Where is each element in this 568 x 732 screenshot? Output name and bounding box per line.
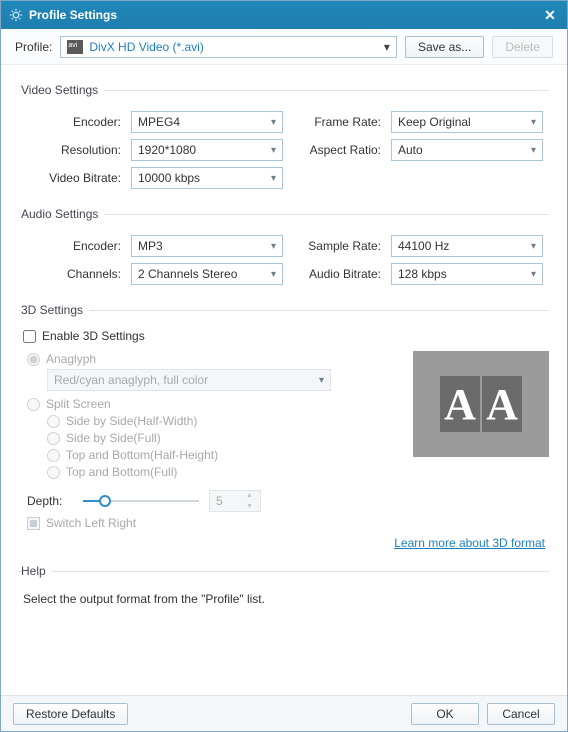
sxs-full-radio: Side by Side(Full) (47, 431, 399, 445)
chevron-down-icon: ▾ (271, 117, 276, 128)
gear-icon (9, 8, 23, 22)
aspect-ratio-dropdown[interactable]: Auto▾ (391, 139, 543, 161)
tb-half-radio: Top and Bottom(Half-Height) (47, 448, 399, 462)
ok-button[interactable]: OK (411, 703, 479, 725)
help-legend: Help (21, 564, 52, 578)
profile-bar: Profile: DivX HD Video (*.avi) ▾ Save as… (1, 29, 567, 65)
avi-file-icon (67, 40, 83, 54)
footer-bar: Restore Defaults OK Cancel (1, 695, 567, 731)
anaglyph-radio: Anaglyph (27, 352, 399, 366)
depth-label: Depth: (27, 494, 73, 508)
anaglyph-label: Anaglyph (46, 352, 96, 366)
framerate-dropdown[interactable]: Keep Original▾ (391, 111, 543, 133)
chevron-down-icon: ▾ (531, 145, 536, 156)
titlebar: Profile Settings ✕ (1, 1, 567, 29)
3d-settings-group: 3D Settings Enable 3D Settings Anaglyph … (19, 303, 549, 556)
anaglyph-radio-input (27, 353, 40, 366)
samplerate-label: Sample Rate: (289, 239, 385, 253)
chevron-down-icon: ▾ (271, 145, 276, 156)
depth-slider (83, 492, 199, 510)
audio-encoder-dropdown[interactable]: MP3▾ (131, 235, 283, 257)
video-settings-group: Video Settings Encoder: MPEG4▾ Frame Rat… (19, 83, 549, 199)
chevron-down-icon: ▾ (384, 40, 390, 54)
content-area: Video Settings Encoder: MPEG4▾ Frame Rat… (1, 65, 567, 695)
channels-dropdown[interactable]: 2 Channels Stereo▾ (131, 263, 283, 285)
video-settings-legend: Video Settings (21, 83, 104, 97)
switch-lr-checkbox-box (27, 517, 40, 530)
resolution-label: Resolution: (19, 143, 125, 157)
enable-3d-label: Enable 3D Settings (42, 329, 145, 343)
switch-lr-label: Switch Left Right (46, 516, 136, 530)
audio-encoder-label: Encoder: (19, 239, 125, 253)
profile-label: Profile: (15, 40, 52, 54)
anaglyph-type-dropdown: Red/cyan anaglyph, full color ▾ (47, 369, 331, 391)
chevron-down-icon: ▾ (531, 117, 536, 128)
profile-settings-dialog: Profile Settings ✕ Profile: DivX HD Vide… (0, 0, 568, 732)
audio-bitrate-label: Audio Bitrate: (289, 267, 385, 281)
close-button[interactable]: ✕ (541, 7, 559, 24)
chevron-down-icon: ▾ (319, 375, 324, 386)
split-screen-radio-input (27, 398, 40, 411)
framerate-label: Frame Rate: (289, 115, 385, 129)
depth-row: Depth: 5 ▲▼ (27, 490, 549, 512)
chevron-down-icon: ▾ (531, 241, 536, 252)
delete-button: Delete (492, 36, 553, 58)
split-screen-label: Split Screen (46, 397, 111, 411)
chevron-down-icon: ▾ (271, 269, 276, 280)
enable-3d-checkbox-input[interactable] (23, 330, 36, 343)
audio-settings-legend: Audio Settings (21, 207, 104, 221)
cancel-button[interactable]: Cancel (487, 703, 555, 725)
sxs-half-radio: Side by Side(Half-Width) (47, 414, 399, 428)
channels-label: Channels: (19, 267, 125, 281)
video-encoder-dropdown[interactable]: MPEG4▾ (131, 111, 283, 133)
split-screen-radio: Split Screen (27, 397, 399, 411)
switch-lr-checkbox: Switch Left Right (27, 516, 549, 530)
audio-settings-group: Audio Settings Encoder: MP3▾ Sample Rate… (19, 207, 549, 295)
video-encoder-label: Encoder: (19, 115, 125, 129)
3d-settings-legend: 3D Settings (21, 303, 89, 317)
resolution-dropdown[interactable]: 1920*1080▾ (131, 139, 283, 161)
restore-defaults-button[interactable]: Restore Defaults (13, 703, 128, 725)
chevron-down-icon: ▾ (271, 241, 276, 252)
help-text: Select the output format from the "Profi… (23, 592, 545, 606)
video-bitrate-dropdown[interactable]: 10000 kbps▾ (131, 167, 283, 189)
video-bitrate-label: Video Bitrate: (19, 171, 125, 185)
help-group: Help Select the output format from the "… (19, 564, 549, 616)
chevron-down-icon: ▾ (271, 173, 276, 184)
aspect-ratio-label: Aspect Ratio: (289, 143, 385, 157)
learn-more-3d-link[interactable]: Learn more about 3D format (394, 536, 545, 550)
samplerate-dropdown[interactable]: 44100 Hz▾ (391, 235, 543, 257)
audio-bitrate-dropdown[interactable]: 128 kbps▾ (391, 263, 543, 285)
profile-dropdown[interactable]: DivX HD Video (*.avi) ▾ (60, 36, 397, 58)
depth-spinner: 5 ▲▼ (209, 490, 261, 512)
save-as-button[interactable]: Save as... (405, 36, 484, 58)
3d-preview-image: AA (413, 351, 549, 457)
window-title: Profile Settings (29, 8, 541, 22)
profile-value: DivX HD Video (*.avi) (89, 40, 203, 54)
chevron-down-icon: ▾ (531, 269, 536, 280)
enable-3d-checkbox[interactable]: Enable 3D Settings (23, 329, 549, 343)
tb-full-radio: Top and Bottom(Full) (47, 465, 399, 479)
